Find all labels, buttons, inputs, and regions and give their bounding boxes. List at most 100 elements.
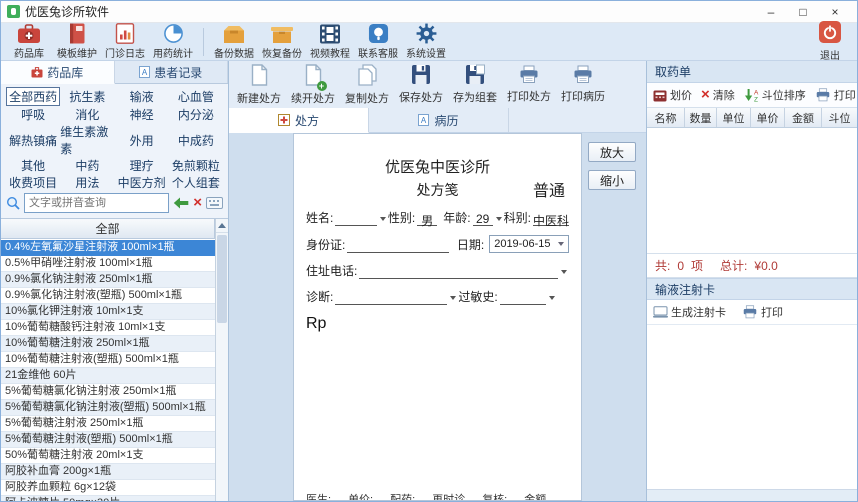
diagnosis-field[interactable] bbox=[335, 291, 448, 305]
category-item[interactable]: 免煎颗粒 bbox=[169, 157, 223, 174]
list-item[interactable]: 0.4%左氧氟沙星注射液 100ml×1瓶 bbox=[1, 240, 215, 256]
drug-list-header: 全部 bbox=[1, 219, 215, 239]
dropdown-arrow-icon[interactable] bbox=[450, 296, 457, 303]
pricing-button[interactable]: 划价 bbox=[653, 87, 692, 103]
button-label: 模板维护 bbox=[57, 49, 97, 60]
button-label: 备份数据 bbox=[214, 48, 254, 60]
date-combobox[interactable]: 2019-06-15 bbox=[489, 235, 569, 253]
list-item[interactable]: 10%葡萄糖注射液(塑瓶) 500ml×1瓶 bbox=[1, 352, 215, 368]
column-name[interactable]: 名称 bbox=[647, 108, 685, 127]
list-item[interactable]: 阿胶补血膏 200g×1瓶 bbox=[1, 464, 215, 480]
list-item[interactable]: 0.5%甲硝唑注射液 100ml×1瓶 bbox=[1, 256, 215, 272]
name-field[interactable] bbox=[335, 212, 377, 226]
category-item[interactable]: 全部西药 bbox=[6, 87, 61, 106]
dropdown-arrow-icon[interactable] bbox=[561, 270, 567, 277]
category-item[interactable]: 呼吸 bbox=[6, 106, 60, 123]
print-record-button[interactable]: 打印病历 bbox=[556, 63, 610, 107]
dept-field[interactable]: 中医科 bbox=[532, 212, 569, 228]
back-arrow-icon[interactable] bbox=[173, 197, 189, 209]
dropdown-arrow-icon[interactable] bbox=[379, 217, 386, 224]
allergy-field[interactable] bbox=[499, 291, 546, 305]
maximize-button[interactable]: □ bbox=[787, 5, 819, 19]
column-unit[interactable]: 单位 bbox=[717, 108, 751, 127]
category-item[interactable]: 抗生素 bbox=[60, 87, 114, 106]
column-price[interactable]: 单价 bbox=[751, 108, 785, 127]
footer-visit-label: 再时诊 bbox=[432, 494, 466, 501]
list-item[interactable]: 0.9%氯化钠注射液 250ml×1瓶 bbox=[1, 272, 215, 288]
tab-patient-records[interactable]: A 患者记录 bbox=[115, 61, 228, 83]
medicine-library-button[interactable]: 药品库 bbox=[5, 23, 53, 60]
video-tutorial-button[interactable]: 视频教程 bbox=[306, 24, 354, 60]
red-x-icon: × bbox=[701, 86, 710, 103]
category-item[interactable]: 外用 bbox=[115, 123, 169, 157]
column-amount[interactable]: 金额 bbox=[785, 108, 822, 127]
clinic-name: 优医兔中医诊所 bbox=[384, 159, 490, 176]
sex-field[interactable]: 男 bbox=[417, 212, 438, 228]
search-input[interactable] bbox=[24, 193, 170, 213]
customer-service-button[interactable]: 联系客服 bbox=[354, 23, 402, 60]
restore-backup-button[interactable]: 恢复备份 bbox=[258, 24, 306, 60]
drug-list-scrollbar[interactable] bbox=[215, 219, 228, 501]
continue-prescription-button[interactable]: + 续开处方 bbox=[286, 63, 340, 107]
close-button[interactable]: × bbox=[819, 5, 851, 19]
print-injection-card-button[interactable]: 打印 bbox=[742, 304, 783, 320]
clear-search-icon[interactable]: × bbox=[193, 195, 202, 210]
category-item[interactable]: 其他 bbox=[6, 157, 60, 174]
backup-data-button[interactable]: 备份数据 bbox=[210, 24, 258, 60]
new-prescription-button[interactable]: 新建处方 bbox=[232, 63, 286, 107]
tab-medicine-library[interactable]: 药品库 bbox=[1, 61, 115, 84]
list-item[interactable]: 10%葡萄糖酸钙注射液 10ml×1支 bbox=[1, 320, 215, 336]
list-item[interactable]: 5%葡萄糖氯化钠注射液 250ml×1瓶 bbox=[1, 384, 215, 400]
medication-stats-button[interactable]: 用药统计 bbox=[149, 24, 197, 60]
save-as-set-button[interactable]: 存为组套 bbox=[448, 63, 502, 107]
list-item[interactable]: 10%氯化钾注射液 10ml×1支 bbox=[1, 304, 215, 320]
tab-medical-record[interactable]: A 病历 bbox=[369, 108, 509, 132]
exit-button[interactable]: 退出 bbox=[807, 21, 853, 62]
generate-injection-card-button[interactable]: 生成注射卡 bbox=[653, 304, 726, 320]
scroll-up-arrow[interactable] bbox=[216, 219, 228, 233]
category-item[interactable]: 输液 bbox=[115, 87, 169, 106]
minimize-button[interactable]: – bbox=[755, 5, 787, 19]
category-item[interactable]: 心血管 bbox=[169, 87, 223, 106]
scroll-thumb[interactable] bbox=[217, 235, 227, 323]
window-title: 优医兔诊所软件 bbox=[25, 5, 110, 19]
category-item[interactable]: 解热镇痛 bbox=[6, 123, 60, 157]
list-item[interactable]: 阿胶养血颗粒 6g×12袋 bbox=[1, 480, 215, 496]
age-field[interactable]: 29 bbox=[472, 212, 493, 226]
copy-prescription-button[interactable]: 复制处方 bbox=[340, 63, 394, 107]
list-item[interactable]: 10%葡萄糖注射液 250ml×1瓶 bbox=[1, 336, 215, 352]
list-item[interactable]: 21金维他 60片 bbox=[1, 368, 215, 384]
dropdown-arrow-icon[interactable] bbox=[548, 296, 555, 303]
category-item[interactable]: 理疗 bbox=[115, 157, 169, 174]
column-drawer[interactable]: 斗位 bbox=[822, 108, 857, 127]
list-item[interactable]: 5%葡萄糖注射液(塑瓶) 500ml×1瓶 bbox=[1, 432, 215, 448]
print-dispensing-button[interactable]: 打印 bbox=[815, 87, 856, 103]
category-item[interactable]: 中成药 bbox=[169, 123, 223, 157]
template-maintenance-button[interactable]: 模板维护 bbox=[53, 23, 101, 60]
list-item[interactable]: 阿卡波糖片 50mg×30片 bbox=[1, 496, 215, 501]
category-item[interactable]: 内分泌 bbox=[169, 106, 223, 123]
zoom-in-button[interactable]: 放大 bbox=[588, 142, 636, 162]
id-field[interactable] bbox=[347, 239, 449, 253]
list-item[interactable]: 5%葡萄糖氯化钠注射液(塑瓶) 500ml×1瓶 bbox=[1, 400, 215, 416]
save-prescription-button[interactable]: 保存处方 bbox=[394, 63, 448, 107]
list-item[interactable]: 0.9%氯化钠注射液(塑瓶) 500ml×1瓶 bbox=[1, 288, 215, 304]
category-item[interactable]: 消化 bbox=[60, 106, 114, 123]
zoom-out-button[interactable]: 缩小 bbox=[588, 170, 636, 190]
address-field[interactable] bbox=[359, 265, 558, 279]
drawer-sort-button[interactable]: AZ 斗位排序 bbox=[744, 87, 806, 103]
category-item[interactable]: 维生素激素 bbox=[60, 123, 114, 157]
system-settings-button[interactable]: 系统设置 bbox=[402, 23, 450, 60]
column-quantity[interactable]: 数量 bbox=[685, 108, 717, 127]
category-item[interactable]: 神经 bbox=[115, 106, 169, 123]
tab-prescription[interactable]: 处方 bbox=[229, 108, 369, 133]
list-item[interactable]: 5%葡萄糖注射液 250ml×1瓶 bbox=[1, 416, 215, 432]
dropdown-arrow-icon[interactable] bbox=[495, 217, 502, 224]
clear-button[interactable]: × 清除 bbox=[701, 87, 735, 103]
print-prescription-button[interactable]: 打印处方 bbox=[502, 63, 556, 107]
keyboard-icon[interactable] bbox=[206, 197, 223, 209]
list-item[interactable]: 50%葡萄糖注射液 20ml×1支 bbox=[1, 448, 215, 464]
button-label: 复制处方 bbox=[345, 92, 389, 105]
category-item[interactable]: 中药 bbox=[60, 157, 114, 174]
outpatient-log-button[interactable]: 门诊日志 bbox=[101, 23, 149, 60]
